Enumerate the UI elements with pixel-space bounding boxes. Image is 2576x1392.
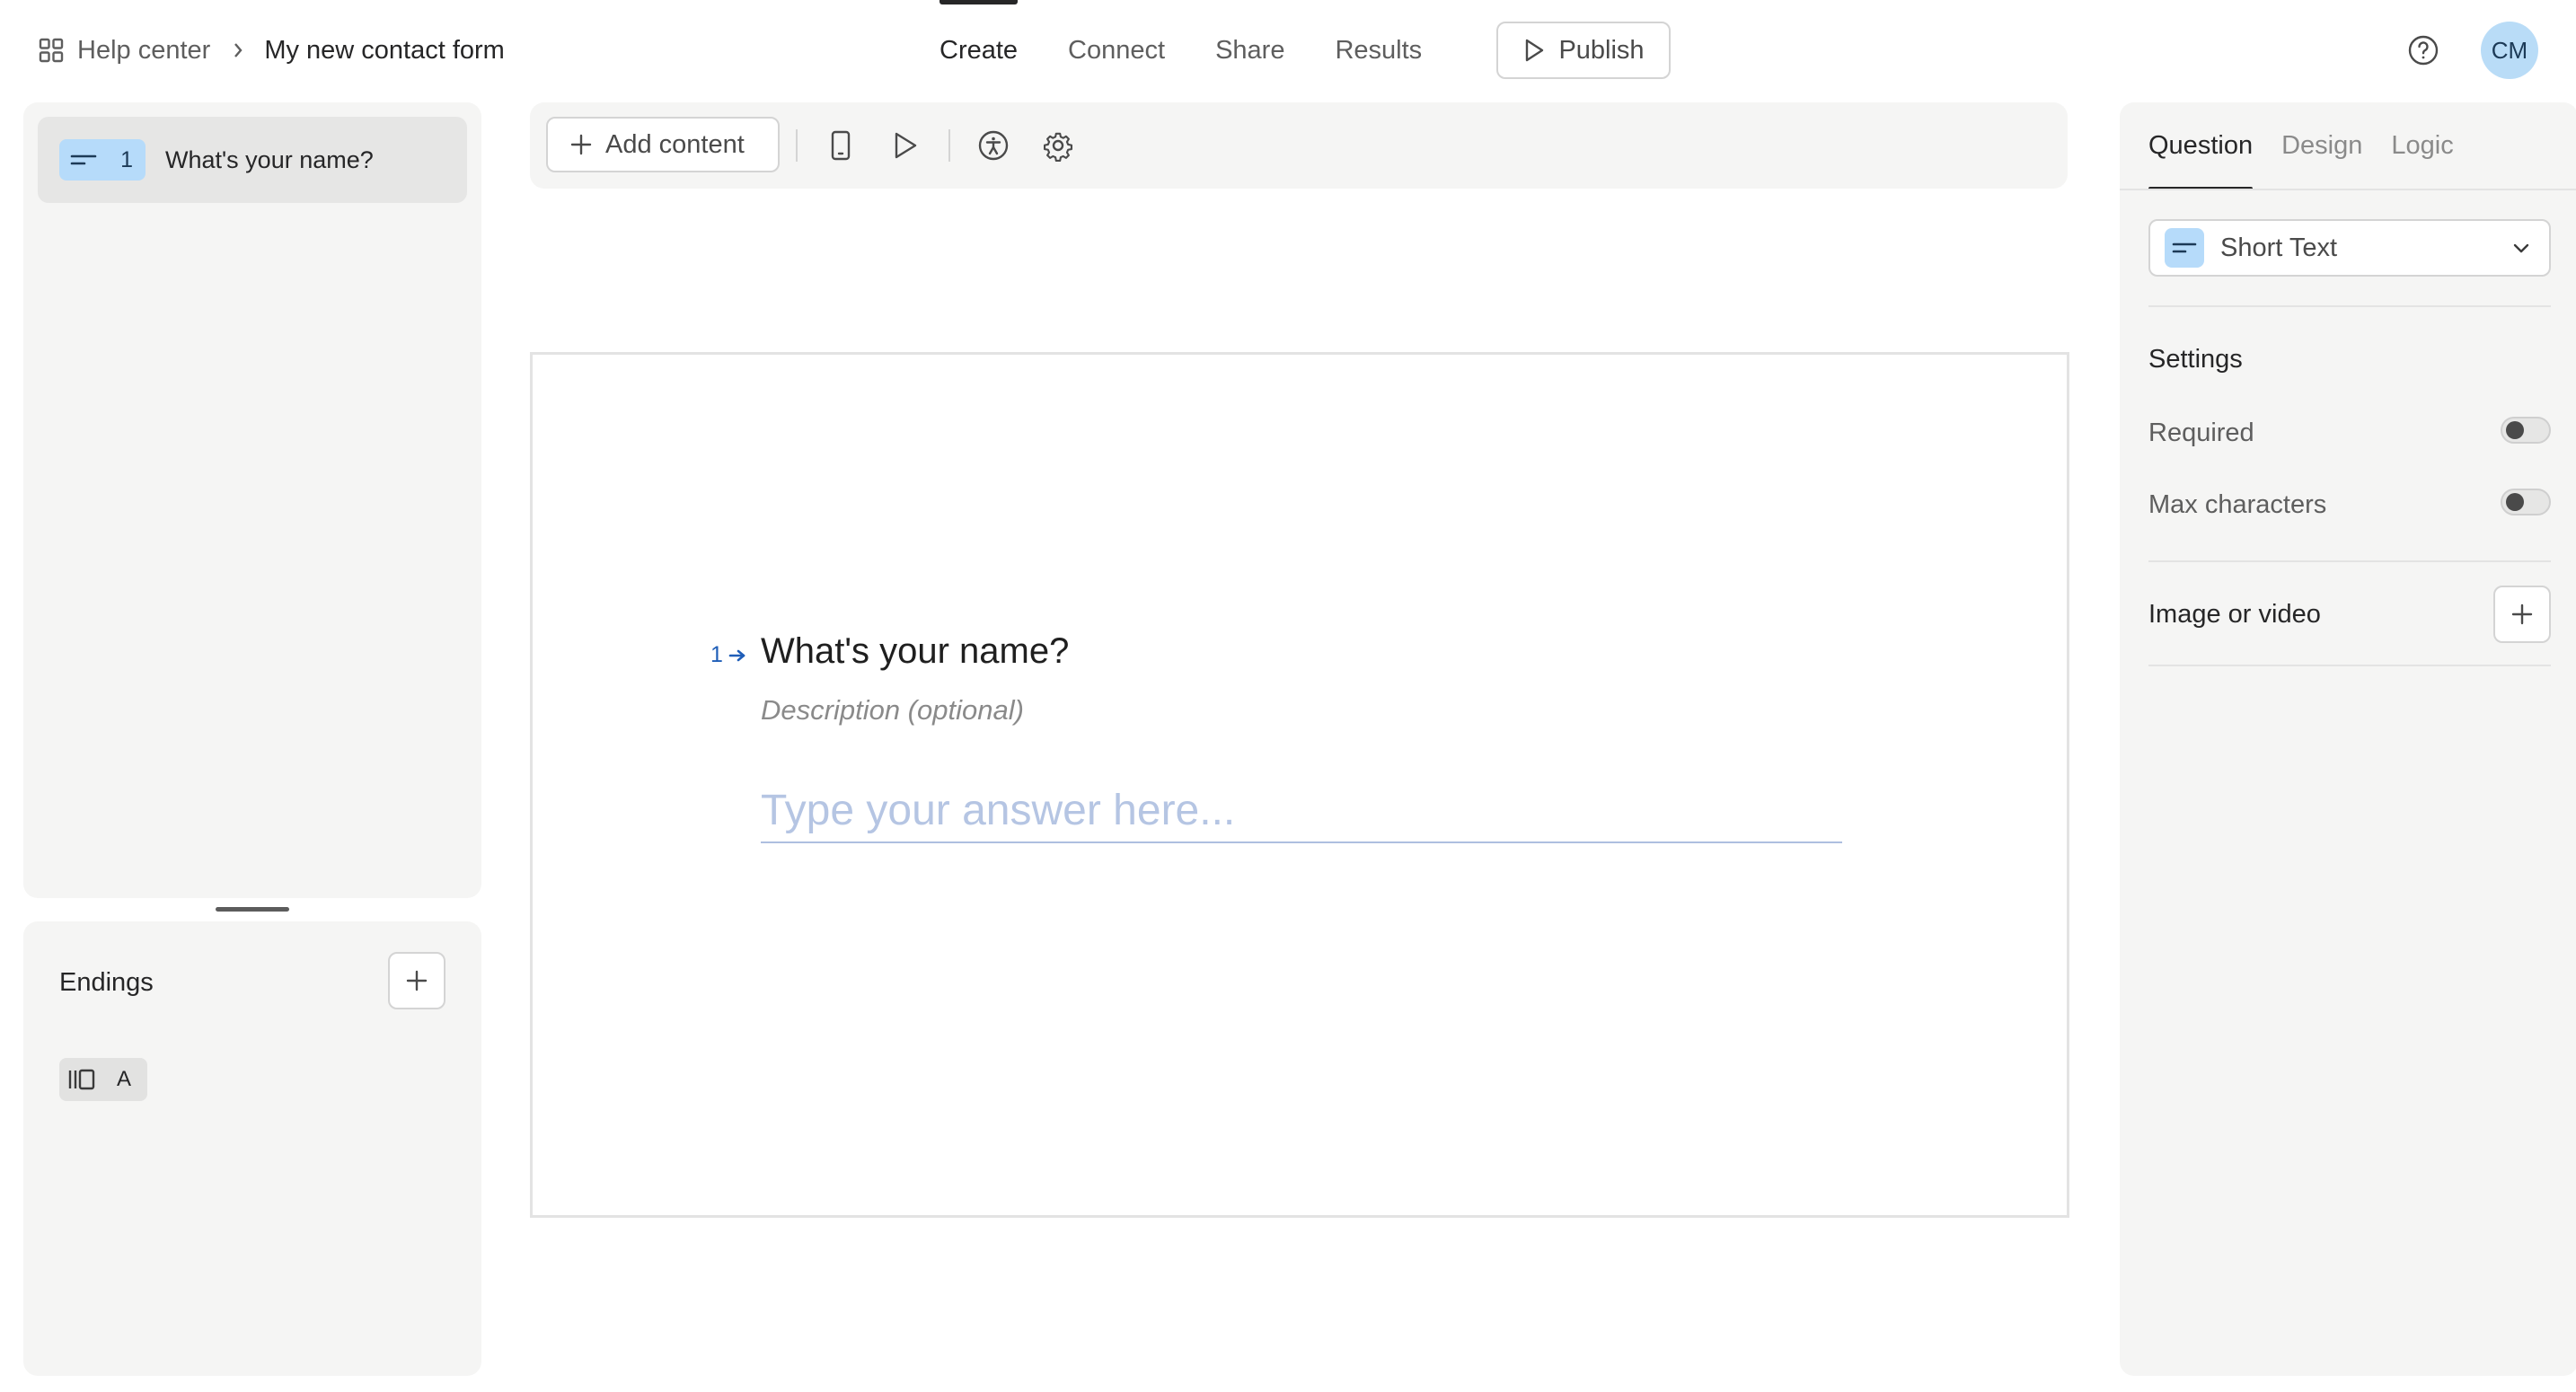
main-nav: Create Connect Share Results [940,0,1472,101]
required-label: Required [2148,418,2254,447]
question-type-badge: 1 [59,139,146,181]
breadcrumb: Help center My new contact form [38,29,505,72]
form-preview-canvas: 1 What's your name? Description (optiona… [530,352,2069,1218]
play-outline-icon [1526,39,1544,62]
toolbar-divider [796,129,798,162]
plus-icon [2511,603,2533,625]
question-type-select[interactable]: Short Text [2148,219,2551,277]
tabs-divider [2120,189,2576,190]
tab-design[interactable]: Design [2281,102,2362,189]
short-text-icon [2172,242,2197,253]
editor-toolbar: Add content [530,102,2068,189]
max-characters-toggle[interactable] [2501,489,2551,515]
settings-tabs: Question Design Logic [2148,102,2483,190]
question-title[interactable]: What's your name? [761,631,1069,672]
accessibility-icon[interactable] [975,128,1011,163]
panel-resize-handle[interactable] [216,907,289,912]
image-or-video-label: Image or video [2148,600,2321,629]
section-divider [2148,560,2551,562]
avatar[interactable]: CM [2481,22,2538,79]
settings-heading: Settings [2148,345,2243,374]
toolbar-divider [948,129,950,162]
question-description[interactable]: Description (optional) [761,694,1024,727]
section-divider [2148,305,2551,307]
publish-label: Publish [1558,35,1645,65]
top-bar: Help center My new contact form Create C… [0,0,2576,101]
breadcrumb-form-title[interactable]: My new contact form [264,36,505,66]
help-icon[interactable] [2405,32,2441,68]
gear-icon[interactable] [1040,128,1076,163]
add-content-label: Add content [605,129,745,159]
endings-panel: Endings A [23,921,481,1376]
publish-button[interactable]: Publish [1496,22,1671,79]
add-ending-button[interactable] [388,952,446,1009]
apps-grid-icon[interactable] [38,37,65,64]
question-list-panel: 1 What's your name? [23,102,481,898]
toggle-knob [2506,493,2524,511]
tab-share[interactable]: Share [1215,0,1284,101]
arrow-right-icon [728,649,745,661]
question-type-badge [2165,228,2204,268]
tab-results[interactable]: Results [1335,0,1422,101]
endings-title: Endings [59,968,154,997]
plus-icon [570,134,592,155]
tab-create[interactable]: Create [940,0,1019,101]
play-icon[interactable] [887,128,923,163]
tab-connect[interactable]: Connect [1068,0,1165,101]
question-type-label: Short Text [2220,233,2338,262]
section-divider [2148,665,2551,666]
question-list-title: What's your name? [165,145,374,173]
plus-icon [406,970,428,991]
ending-label: A [117,1067,132,1091]
add-content-button[interactable]: Add content [546,117,780,172]
answer-input[interactable] [761,779,1842,843]
tab-question[interactable]: Question [2148,102,2254,190]
chevron-right-icon [232,41,244,59]
question-number: 1 [120,146,133,172]
question-list-item[interactable]: 1 What's your name? [38,117,467,203]
question-settings-panel: Question Design Logic Short Text Setting… [2120,102,2576,1376]
mobile-preview-icon[interactable] [823,128,859,163]
canvas-question-number: 1 [710,642,723,667]
add-media-button[interactable] [2493,586,2551,643]
short-text-icon [70,154,97,165]
max-characters-label: Max characters [2148,490,2327,519]
chevron-down-icon [2513,243,2529,253]
question-number-indicator: 1 [710,642,746,668]
required-toggle[interactable] [2501,417,2551,444]
toggle-knob [2506,421,2524,439]
tab-logic[interactable]: Logic [2391,102,2453,189]
ending-icon [68,1069,95,1090]
breadcrumb-workspace-link[interactable]: Help center [77,36,210,66]
ending-item[interactable]: A [59,1058,147,1101]
